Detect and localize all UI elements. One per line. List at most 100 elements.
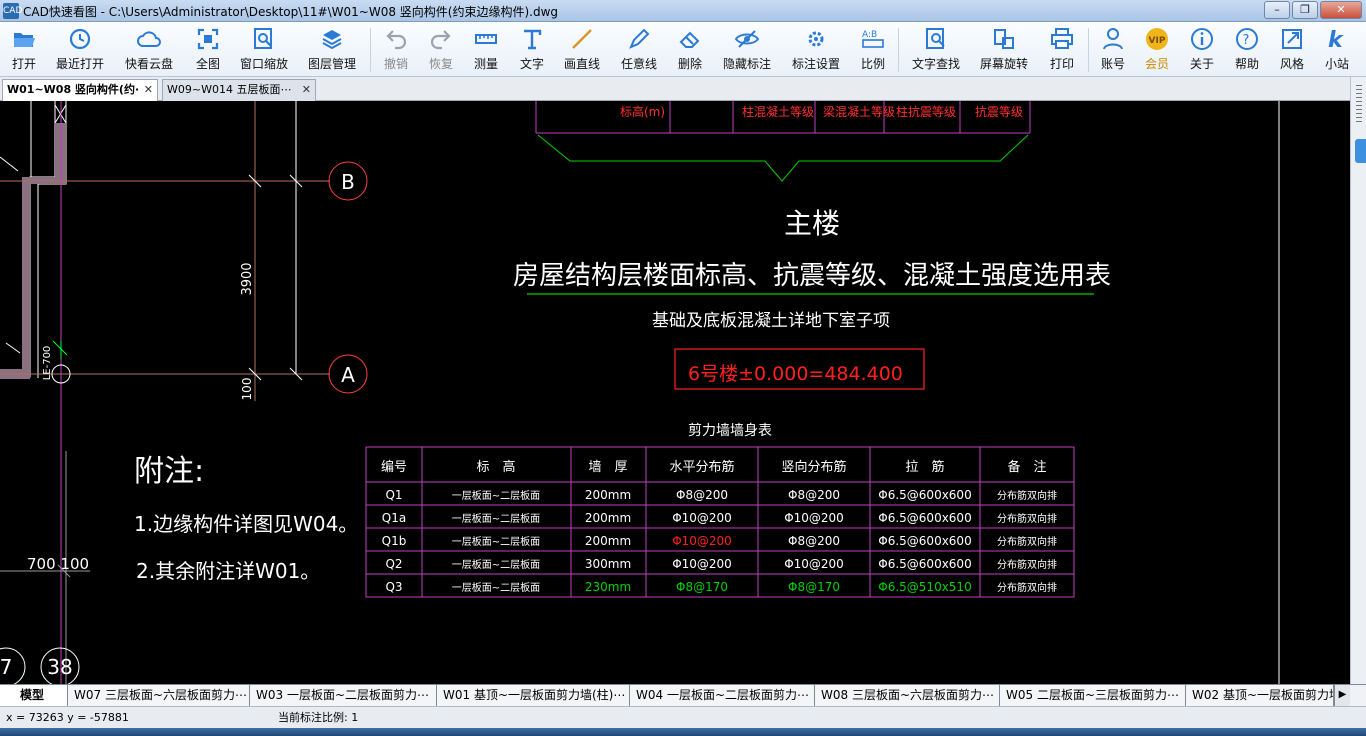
grid-label-b: B [341, 170, 355, 194]
delete-label: 删除 [677, 57, 702, 71]
layout-tab-label: W02 基顶~一层板面剪力墙 [1192, 688, 1334, 702]
layout-tab-w03[interactable]: W03 一层板面~二层板面剪力⋯ [250, 685, 437, 706]
side-panel-toggle[interactable] [1355, 139, 1366, 163]
scale-icon: A:B [862, 30, 884, 48]
fullview-button[interactable]: 全图 [190, 26, 226, 74]
window-controls: – ❐ ✕ [1264, 1, 1362, 19]
minimize-button[interactable]: – [1264, 1, 1290, 19]
brace-line [537, 134, 1029, 182]
layout-tab-w08[interactable]: W08 三层板面~六层板面剪力⋯ [815, 685, 1000, 706]
dimension-100: 100 [240, 378, 254, 401]
help-label: 帮助 [1234, 57, 1259, 71]
drawing-canvas[interactable]: 标高(m) 柱混凝土等级 梁混凝土等级 柱抗震等级 抗震等级 主楼 房屋结构层楼… [0, 101, 1350, 684]
recent-icon [69, 28, 91, 50]
redo-button[interactable]: 恢复 [425, 26, 457, 74]
layout-tab-model[interactable]: 模型 [0, 685, 68, 706]
layout-tab-w07[interactable]: W07 三层板面~六层板面剪力⋯ [68, 685, 250, 706]
freehand-button[interactable]: 任意线 [618, 26, 660, 74]
text-button[interactable]: 文字 [516, 26, 548, 74]
scroll-grip[interactable] [1356, 85, 1362, 125]
zoom-window-button[interactable]: 窗口缩放 [238, 26, 290, 74]
vertical-scrollbar[interactable] [1350, 77, 1366, 684]
rotate-screen-button[interactable]: 屏幕旋转 [978, 26, 1030, 74]
main-toolbar: 打开 最近打开 快看云盘 全图 窗口缩放 图层管理 撤销 恢复 测量 文字 画直… [0, 22, 1366, 77]
undo-label: 撤销 [383, 57, 408, 71]
close-tab-icon[interactable]: ✕ [302, 80, 311, 100]
measure-button[interactable]: 测量 [470, 26, 502, 74]
close-tab-icon[interactable]: ✕ [144, 80, 153, 100]
wall-table-title: 剪力墙墙身表 [688, 423, 772, 439]
layout-tab-label: W01 基顶~一层板面剪力墙(柱)⋯ [443, 688, 626, 702]
style-button[interactable]: 风格 [1276, 26, 1308, 74]
wall-table-header: 竖向分布筋 [781, 459, 846, 475]
recent-button[interactable]: 最近打开 [54, 26, 106, 74]
wall-table-cell: 分布筋双向排 [997, 535, 1057, 548]
wall-table-cell: Φ10@200 [784, 511, 844, 525]
top-table-cell: 柱抗震等级 [896, 104, 956, 119]
annotation-settings-button[interactable]: 标注设置 [790, 26, 842, 74]
wall-table-cell: Q1b [382, 534, 407, 548]
wall-table-cell: Q2 [385, 557, 402, 571]
layout-tab-label: W07 三层板面~六层板面剪力⋯ [74, 688, 248, 702]
toolbar-separator [370, 28, 371, 72]
tab-scroll-right-icon[interactable]: ▶ [1334, 685, 1350, 706]
site-label: 小站 [1324, 57, 1349, 71]
line-label: 画直线 [563, 57, 600, 71]
doc-tab-w01-w08[interactable]: W01~W08 竖向构件(约· ✕ [2, 79, 158, 101]
top-table-cell: 柱混凝土等级 [742, 104, 814, 119]
layers-button[interactable]: 图层管理 [306, 26, 358, 74]
svg-text:VIP: VIP [1149, 36, 1166, 46]
cloud-button[interactable]: 快看云盘 [123, 26, 175, 74]
dimension-700-100: 700 100 [27, 555, 89, 573]
wall-table-cell: 一层板面~二层板面 [452, 581, 540, 594]
wall-table-cell: Φ10@200 [672, 511, 732, 525]
text-search-button[interactable]: 文字查找 [910, 26, 962, 74]
site-icon: k [1328, 28, 1344, 52]
maximize-button[interactable]: ❐ [1292, 1, 1318, 19]
wall-table-cell: 分布筋双向排 [997, 558, 1057, 571]
undo-button[interactable]: 撤销 [380, 26, 412, 74]
layout-tab-label: 模型 [20, 688, 45, 702]
account-label: 账号 [1100, 57, 1125, 71]
close-button[interactable]: ✕ [1320, 1, 1362, 19]
zoom-window-label: 窗口缩放 [239, 57, 288, 71]
print-button[interactable]: 打印 [1046, 26, 1078, 74]
redo-label: 恢复 [428, 57, 453, 71]
layout-tab-label: W04 一层板面~二层板面剪力⋯ [636, 688, 810, 702]
layout-tab-w02[interactable]: W02 基顶~一层板面剪力墙 [1186, 685, 1334, 706]
line-button[interactable]: 画直线 [561, 26, 603, 74]
wall-table-cell: Φ10@200 [784, 557, 844, 571]
layout-tab-w05[interactable]: W05 二层板面~三层板面剪力⋯ [1000, 685, 1186, 706]
site-button[interactable]: k 小站 [1321, 26, 1353, 74]
wall-table-cell: Φ8@200 [788, 488, 840, 502]
delete-button[interactable]: 删除 [674, 26, 706, 74]
vip-button[interactable]: VIP 会员 [1141, 26, 1173, 74]
hide-annotation-button[interactable]: 隐藏标注 [720, 26, 774, 74]
wall-table-cell: 分布筋双向排 [997, 489, 1057, 502]
help-icon: ? [1236, 28, 1258, 50]
wall-table-cell: Φ10@200 [672, 534, 732, 548]
wall-table-cell: Q1 [385, 488, 402, 502]
doc-tab-w09-w014[interactable]: W09~W014 五层板面⋯ ✕ [162, 79, 316, 101]
layout-tab-label: W08 三层板面~六层板面剪力⋯ [821, 688, 995, 702]
layout-tab-w01[interactable]: W01 基顶~一层板面剪力墙(柱)⋯ [437, 685, 630, 706]
help-button[interactable]: ? 帮助 [1231, 26, 1263, 74]
foundation-note: 基础及底板混凝土详地下室子项 [652, 311, 890, 331]
title-bar: CAD CAD快速看图 - C:\Users\Administrator\Des… [0, 0, 1366, 22]
document-tabs: W01~W08 竖向构件(约· ✕ W09~W014 五层板面⋯ ✕ [0, 77, 1366, 101]
about-button[interactable]: 关于 [1186, 26, 1218, 74]
note-item-2: 2.其余附注详W01。 [136, 559, 320, 583]
wall-table-cell: Φ8@170 [676, 580, 728, 594]
wall-table-cell: 一层板面~二层板面 [452, 535, 540, 548]
open-button[interactable]: 打开 [6, 26, 42, 74]
wall-table-cell: 分布筋双向排 [997, 512, 1057, 525]
layout-tab-w04[interactable]: W04 一层板面~二层板面剪力⋯ [630, 685, 815, 706]
doc-tab-label: W09~W014 五层板面⋯ [167, 83, 292, 96]
grid-label-7: 7 [0, 655, 12, 679]
scale-button[interactable]: A:B 比例 [857, 26, 889, 74]
open-label: 打开 [11, 57, 36, 71]
status-bar: x = 73263 y = -57881 当前标注比例: 1 [0, 706, 1366, 728]
main-building-title: 主楼 [784, 207, 840, 240]
layout-tabs: 模型 W07 三层板面~六层板面剪力⋯ W03 一层板面~二层板面剪力⋯ W01… [0, 684, 1366, 706]
account-button[interactable]: 账号 [1097, 26, 1129, 74]
